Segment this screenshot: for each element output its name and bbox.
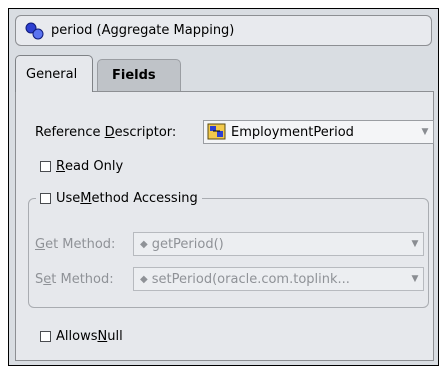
reference-descriptor-combo[interactable]: EmploymentPeriod ▼: [203, 120, 434, 144]
mapping-editor: period (Aggregate Mapping) General Field…: [8, 8, 439, 366]
get-method-label: Get Method:: [35, 237, 116, 252]
tab-fields-label: Fields: [112, 68, 156, 83]
descriptor-icon: [207, 123, 226, 140]
set-method-label: Set Method:: [35, 272, 114, 287]
tab-general-label: General: [26, 66, 78, 82]
read-only-checkbox[interactable]: Read Only: [40, 159, 123, 174]
chevron-down-icon[interactable]: ▼: [417, 127, 433, 137]
reference-descriptor-value: EmploymentPeriod: [231, 124, 354, 140]
method-icon: ◆: [140, 273, 148, 285]
set-method-value: setPeriod(oracle.com.toplink...: [151, 271, 350, 287]
reference-descriptor-label: Reference Descriptor:: [35, 125, 177, 140]
aggregate-mapping-icon: [25, 22, 44, 39]
chevron-down-icon[interactable]: ▼: [407, 239, 423, 249]
use-method-accessing-checkbox[interactable]: Use Method Accessing: [36, 191, 202, 206]
get-method-value: getPeriod(): [151, 236, 224, 252]
method-icon: ◆: [140, 238, 148, 250]
general-panel: Reference Descriptor: EmploymentPeriod ▼…: [15, 91, 434, 361]
set-method-combo[interactable]: ◆ setPeriod(oracle.com.toplink... ▼: [133, 267, 424, 291]
title-text: period (Aggregate Mapping): [51, 23, 235, 38]
chevron-down-icon[interactable]: ▼: [407, 274, 423, 284]
allows-null-box[interactable]: [40, 331, 51, 342]
read-only-box[interactable]: [40, 161, 51, 172]
get-method-combo[interactable]: ◆ getPeriod() ▼: [133, 232, 424, 256]
allows-null-checkbox[interactable]: Allows Null: [40, 329, 123, 344]
tab-fields[interactable]: Fields: [97, 59, 181, 91]
title-bar: period (Aggregate Mapping): [15, 15, 432, 46]
tab-general[interactable]: General: [15, 55, 93, 92]
use-method-accessing-box[interactable]: [40, 193, 51, 204]
